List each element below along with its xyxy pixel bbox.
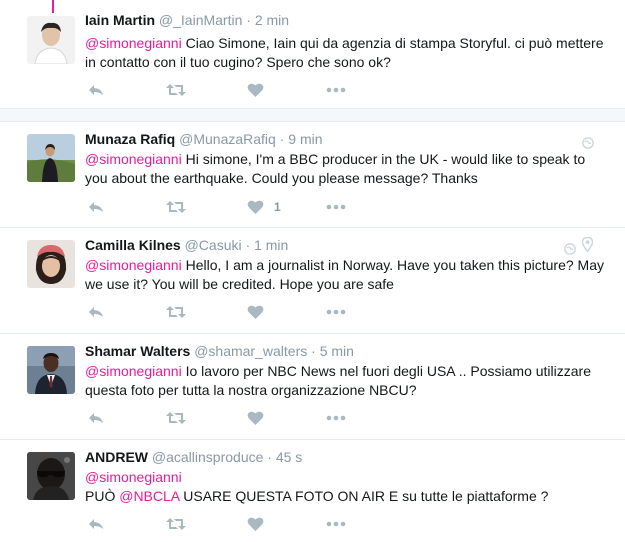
avatar[interactable]: [27, 240, 75, 288]
retweet-icon: [166, 306, 186, 318]
author-handle[interactable]: @acallinsproduce: [152, 449, 264, 465]
avatar[interactable]: [27, 134, 75, 182]
like-button[interactable]: [247, 515, 274, 533]
author-handle[interactable]: @MunazaRafiq: [179, 131, 276, 147]
tweet-divider: [0, 439, 625, 440]
more-button[interactable]: [326, 409, 346, 427]
tweet-divider: [0, 227, 625, 228]
mention-link[interactable]: @NBCLA: [119, 488, 179, 504]
reply-button[interactable]: [87, 303, 105, 321]
timestamp[interactable]: 9 min: [288, 131, 322, 147]
tweet-line-1: @simonegianni: [85, 468, 605, 487]
avatar[interactable]: [27, 16, 75, 64]
more-icon: [326, 521, 346, 527]
reply-button[interactable]: [87, 409, 105, 427]
reply-button[interactable]: [87, 515, 105, 533]
more-icon: [326, 309, 346, 315]
more-button[interactable]: [326, 303, 346, 321]
like-button[interactable]: [247, 303, 274, 321]
author-name[interactable]: Munaza Rafiq: [85, 131, 175, 147]
tweet-body-text: PUÒ: [85, 488, 120, 504]
tweet-text: @simonegianni Io lavoro per NBC News nel…: [85, 362, 605, 400]
author-handle[interactable]: @Casuki: [185, 237, 242, 253]
reply-icon: [89, 307, 103, 317]
heart-icon: [247, 200, 264, 214]
globe-icon: [564, 243, 576, 255]
tweet-body-text: USARE QUESTA FOTO ON AIR E su tutte le p…: [179, 488, 549, 504]
mention-link[interactable]: @simonegianni: [85, 35, 182, 51]
reply-icon: [89, 85, 103, 95]
timestamp[interactable]: 2 min: [255, 12, 289, 28]
conversation-thread-line: [52, 0, 54, 13]
author-name[interactable]: Shamar Walters: [85, 343, 190, 359]
mention-link[interactable]: @simonegianni: [85, 257, 182, 273]
mention-link[interactable]: @simonegianni: [85, 151, 182, 167]
retweet-button[interactable]: [165, 409, 187, 427]
author-handle[interactable]: @_IainMartin: [159, 12, 242, 28]
tweet-header: ANDREW @acallinsproduce · 45 s: [85, 449, 302, 465]
tweet-header: Shamar Walters @shamar_walters · 5 min: [85, 343, 354, 359]
retweet-icon: [166, 84, 186, 96]
separator: ·: [246, 12, 251, 28]
tweet-text: @simonegianni Ciao Simone, Iain qui da a…: [85, 34, 605, 72]
retweet-button[interactable]: [165, 198, 187, 216]
retweet-icon: [166, 201, 186, 213]
heart-icon: [247, 411, 264, 425]
separator: ·: [279, 131, 285, 147]
reply-icon: [89, 519, 103, 529]
reply-icon: [89, 202, 103, 212]
tweet-header: Munaza Rafiq @MunazaRafiq · 9 min: [85, 131, 323, 147]
retweet-icon: [166, 412, 186, 424]
more-icon: [326, 87, 346, 93]
separator: ·: [311, 343, 316, 359]
conversation-gap: [0, 108, 625, 122]
retweet-button[interactable]: [165, 303, 187, 321]
like-count: 1: [274, 200, 281, 214]
author-name[interactable]: Camilla Kilnes: [85, 237, 181, 253]
retweet-icon: [166, 518, 186, 530]
reply-button[interactable]: [87, 81, 105, 99]
avatar[interactable]: [27, 452, 75, 500]
mention-link[interactable]: @simonegianni: [85, 469, 182, 485]
timestamp[interactable]: 5 min: [320, 343, 354, 359]
separator: ·: [245, 237, 251, 253]
like-button[interactable]: 1: [247, 198, 281, 216]
more-icon: [326, 415, 346, 421]
author-handle[interactable]: @shamar_walters: [194, 343, 307, 359]
reply-icon: [89, 413, 103, 423]
more-icon: [326, 204, 346, 210]
mention-link[interactable]: @simonegianni: [85, 363, 182, 379]
like-button[interactable]: [247, 81, 274, 99]
tweet-text: @simonegianni Hi simone, I'm a BBC produ…: [85, 150, 605, 188]
tweet-line-2: PUÒ @NBCLA USARE QUESTA FOTO ON AIR E su…: [85, 487, 605, 506]
heart-icon: [247, 517, 264, 531]
retweet-button[interactable]: [165, 515, 187, 533]
more-button[interactable]: [326, 81, 346, 99]
author-name[interactable]: Iain Martin: [85, 12, 155, 28]
separator: ·: [267, 449, 272, 465]
location-pin-icon[interactable]: [582, 237, 593, 252]
timestamp[interactable]: 1 min: [254, 237, 288, 253]
heart-icon: [247, 83, 264, 97]
tweet-divider: [0, 333, 625, 334]
more-button[interactable]: [326, 198, 346, 216]
retweet-button[interactable]: [165, 81, 187, 99]
tweet-text: @simonegianni PUÒ @NBCLA USARE QUESTA FO…: [85, 468, 605, 506]
more-button[interactable]: [326, 515, 346, 533]
like-button[interactable]: [247, 409, 274, 427]
tweet-header: Camilla Kilnes @Casuki · 1 min: [85, 237, 288, 253]
reply-button[interactable]: [87, 198, 105, 216]
author-name[interactable]: ANDREW: [85, 449, 148, 465]
heart-icon: [247, 305, 264, 319]
tweet-text: @simonegianni Hello, I am a journalist i…: [85, 256, 605, 294]
tweet-header: Iain Martin @_IainMartin · 2 min: [85, 12, 289, 28]
avatar[interactable]: [27, 346, 75, 394]
timestamp[interactable]: 45 s: [276, 449, 302, 465]
globe-icon: [582, 137, 594, 149]
